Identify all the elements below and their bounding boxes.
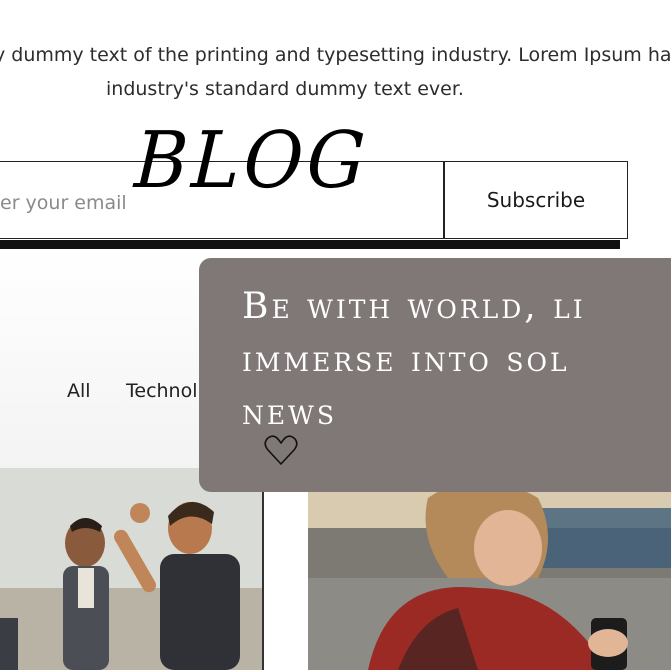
heart-outline-icon[interactable] xyxy=(263,432,299,468)
intro-line-1: y dummy text of the printing and typeset… xyxy=(0,44,671,66)
banner-line-1: Be with world, li xyxy=(242,286,586,327)
subscribe-shadow-bar xyxy=(0,240,620,249)
blog-post-grid xyxy=(0,468,671,670)
banner-line-3: news xyxy=(242,392,337,433)
subscribe-button[interactable]: Subscribe xyxy=(444,161,628,239)
banner-line-2: immerse into sol xyxy=(242,339,570,380)
banner-headline: Be with world, li immerse into sol news xyxy=(242,280,671,439)
post-image-phone-user[interactable] xyxy=(308,468,671,670)
intro-line-2: industry's standard dummy text ever. xyxy=(106,78,464,100)
filter-all[interactable]: All xyxy=(67,380,91,402)
phone-user-photo-illustration xyxy=(308,468,671,670)
post-image-friends[interactable] xyxy=(0,468,264,670)
blog-logo: BLOG xyxy=(132,116,371,206)
featured-banner: Be with world, li immerse into sol news xyxy=(199,258,671,492)
filter-technology[interactable]: Technol xyxy=(126,380,198,402)
friends-photo-illustration xyxy=(0,468,262,670)
